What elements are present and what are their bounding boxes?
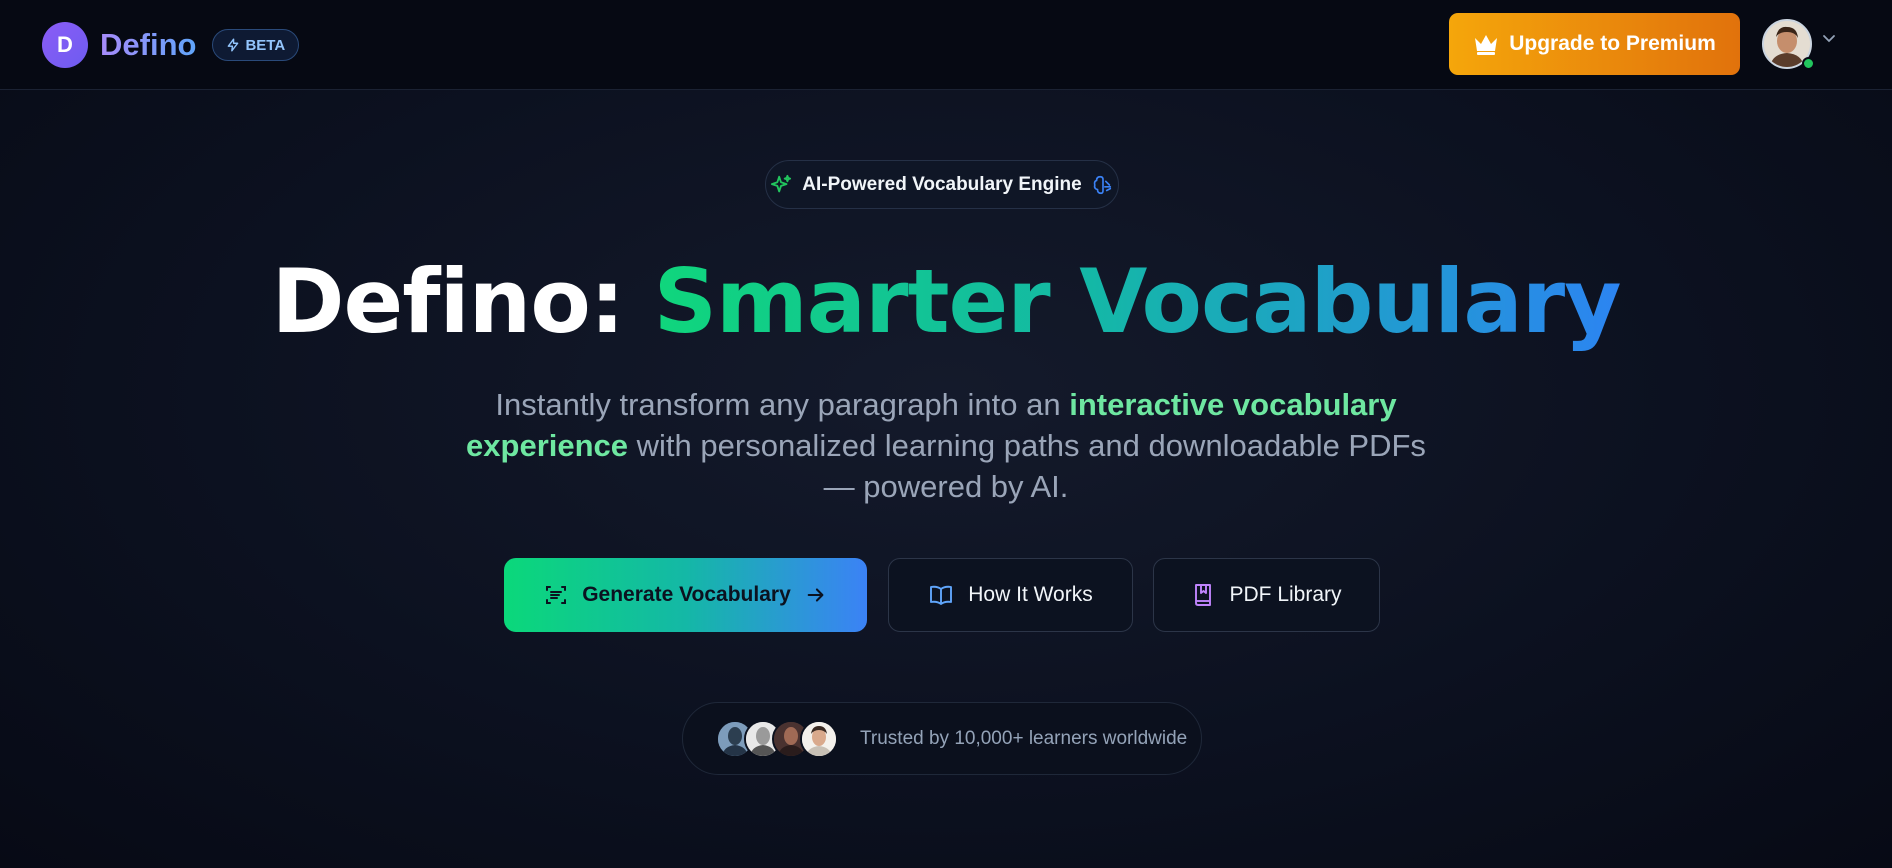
subtitle-part1: Instantly transform any paragraph into a… xyxy=(495,387,1070,422)
logo-mark: D xyxy=(42,22,88,68)
crown-icon xyxy=(1475,35,1498,55)
hero-headline: Defino: Smarter Vocabulary xyxy=(0,250,1892,353)
brain-icon xyxy=(1093,175,1111,194)
bookmark-book-icon xyxy=(1195,584,1212,606)
ai-engine-badge: AI-Powered Vocabulary Engine xyxy=(765,160,1119,209)
online-status-dot xyxy=(1802,57,1815,70)
headline-highlight: Smarter Vocabulary xyxy=(653,250,1622,353)
how-it-works-label: How It Works xyxy=(968,583,1093,606)
headline-prefix: Defino: xyxy=(271,250,624,353)
learner-avatars xyxy=(716,719,838,758)
text-scan-icon xyxy=(546,586,567,604)
beta-badge: BETA xyxy=(212,29,300,61)
generate-label: Generate Vocabulary xyxy=(582,583,791,606)
trust-text: Trusted by 10,000+ learners worldwide xyxy=(860,727,1188,749)
engine-label: AI-Powered Vocabulary Engine xyxy=(802,173,1082,195)
user-avatar-button[interactable] xyxy=(1762,19,1815,70)
upgrade-label: Upgrade to Premium xyxy=(1509,32,1716,55)
generate-vocabulary-button[interactable]: Generate Vocabulary xyxy=(504,558,867,632)
how-it-works-button[interactable]: How It Works xyxy=(888,558,1133,632)
open-book-icon xyxy=(930,585,953,605)
chevron-down-icon[interactable] xyxy=(1822,34,1836,44)
beta-label: BETA xyxy=(245,36,286,54)
subtitle-part2: with personalized learning paths and dow… xyxy=(628,428,1426,504)
trust-badge: Trusted by 10,000+ learners worldwide xyxy=(682,702,1202,775)
sparkles-icon xyxy=(771,174,792,192)
top-navigation-bar: D Defino BETA Upgrade to Premium xyxy=(0,0,1892,90)
arrow-right-icon xyxy=(807,588,824,602)
hero-subtitle: Instantly transform any paragraph into a… xyxy=(460,384,1432,507)
lightning-icon xyxy=(228,38,239,52)
avatar xyxy=(800,719,838,758)
brand-logo[interactable]: D Defino BETA xyxy=(42,22,300,68)
pdf-library-label: PDF Library xyxy=(1229,583,1342,606)
upgrade-premium-button[interactable]: Upgrade to Premium xyxy=(1449,13,1740,75)
pdf-library-button[interactable]: PDF Library xyxy=(1153,558,1380,632)
brand-name: Defino xyxy=(100,27,197,62)
